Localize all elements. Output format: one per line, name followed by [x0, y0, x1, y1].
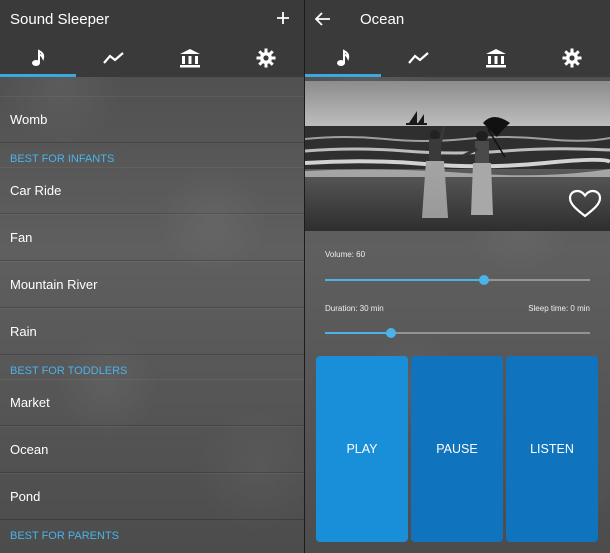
pause-button[interactable]: PAUSE [411, 356, 503, 542]
heart-icon [568, 189, 602, 218]
duration-slider[interactable] [325, 327, 590, 339]
volume-label: Volume: 60 [325, 250, 366, 259]
sound-detail-panel: Ocean Volume: 60 Duration: 30 min Sleep … [305, 0, 610, 553]
play-button[interactable]: PLAY [316, 356, 408, 542]
tab-trends[interactable] [381, 38, 457, 77]
section-header: BEST FOR TODDLERS [10, 365, 128, 377]
sound-photo [305, 81, 610, 231]
tab-trends[interactable] [76, 38, 152, 77]
back-button[interactable] [314, 9, 337, 29]
trending-icon [408, 51, 430, 64]
list-item[interactable]: Pond [0, 473, 304, 520]
left-tab-bar [0, 38, 304, 77]
right-top-bar: Ocean [305, 0, 610, 77]
list-item[interactable]: Car Ride [0, 167, 304, 214]
playback-controls: PLAY PAUSE LISTEN [316, 356, 598, 542]
beach-photo-image [305, 81, 610, 231]
sleep-time-label: Sleep time: 0 min [528, 304, 590, 313]
volume-slider[interactable] [325, 274, 590, 286]
tab-settings[interactable] [228, 38, 304, 77]
tab-library[interactable] [152, 38, 228, 77]
list-item[interactable]: Ocean [0, 426, 304, 473]
list-item[interactable]: Market [0, 379, 304, 426]
right-tab-bar [305, 38, 610, 77]
library-icon [485, 48, 506, 67]
sound-list-panel: Sound Sleeper Womb BEST FOR INFANTS Car … [0, 0, 304, 553]
list-item[interactable]: Fan [0, 214, 304, 261]
gear-icon [256, 48, 276, 67]
tab-library[interactable] [458, 38, 534, 77]
volume-thumb[interactable] [479, 275, 489, 285]
trending-icon [103, 51, 124, 64]
list-item[interactable]: Womb [0, 96, 304, 143]
list-item[interactable]: Mountain River [0, 261, 304, 308]
duration-fill [325, 332, 392, 334]
left-top-bar: Sound Sleeper [0, 0, 304, 77]
section-header: BEST FOR PARENTS [10, 530, 120, 542]
screen-title: Ocean [360, 11, 405, 28]
duration-thumb[interactable] [386, 328, 397, 338]
music-note-icon [32, 48, 45, 66]
sound-list: Womb BEST FOR INFANTS Car Ride Fan Mountain … [0, 96, 304, 544]
tab-sounds[interactable] [0, 38, 76, 77]
list-item[interactable]: Rain [0, 308, 304, 355]
back-arrow-icon [314, 12, 330, 26]
add-button[interactable] [272, 5, 294, 31]
gear-icon [562, 48, 582, 67]
volume-fill [325, 279, 484, 281]
app-title: Sound Sleeper [10, 11, 110, 28]
left-title-row: Sound Sleeper [0, 0, 304, 38]
plus-icon [277, 12, 289, 24]
right-title-row: Ocean [305, 0, 610, 38]
listen-button[interactable]: LISTEN [506, 356, 598, 542]
duration-label: Duration: 30 min [325, 304, 384, 313]
music-note-icon [337, 48, 350, 66]
favorite-button[interactable] [568, 189, 602, 219]
tab-settings[interactable] [534, 38, 610, 77]
tab-sounds[interactable] [305, 38, 382, 77]
library-icon [180, 48, 200, 67]
section-header: BEST FOR INFANTS [10, 153, 115, 165]
